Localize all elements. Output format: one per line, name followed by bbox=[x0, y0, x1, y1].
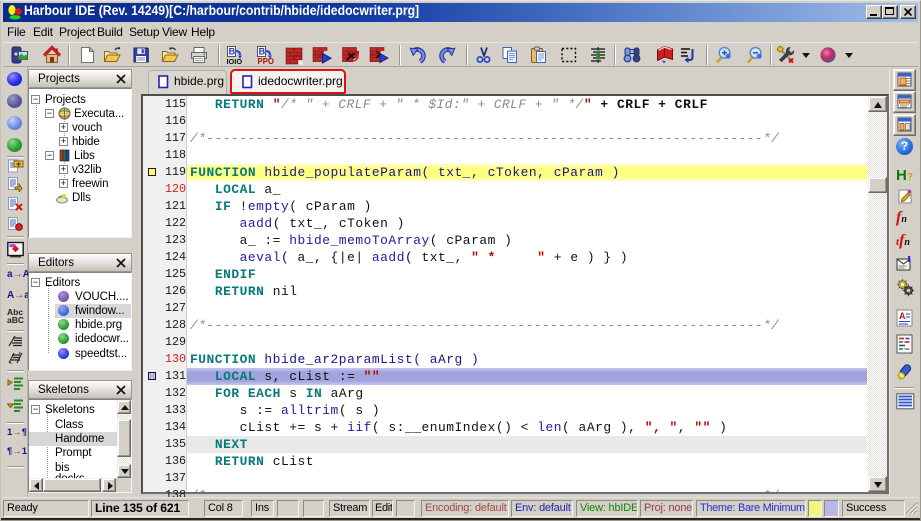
svg-text:IOIO: IOIO bbox=[227, 57, 243, 65]
svg-text:A: A bbox=[899, 311, 906, 321]
svg-text:B: B bbox=[259, 47, 266, 57]
svg-text:B: B bbox=[229, 47, 236, 57]
svg-text:PPO: PPO bbox=[258, 57, 274, 65]
